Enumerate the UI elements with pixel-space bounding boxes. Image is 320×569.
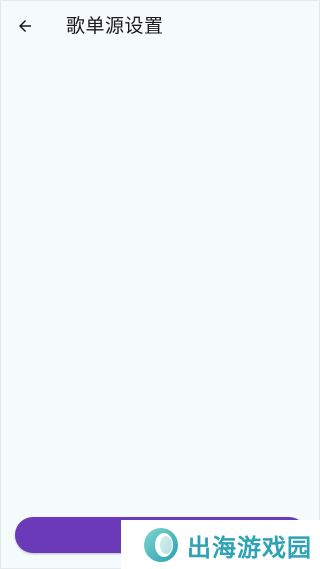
watermark-text: 出海游戏园 bbox=[187, 533, 312, 562]
back-button[interactable] bbox=[13, 14, 37, 38]
app-bar: 歌单源设置 bbox=[1, 1, 319, 51]
content-area bbox=[1, 51, 319, 511]
app-screen: 歌单源设置 出海游戏园 bbox=[0, 0, 320, 569]
page-title: 歌单源设置 bbox=[66, 15, 164, 37]
ring-logo-icon bbox=[144, 528, 178, 562]
arrow-left-icon bbox=[19, 20, 31, 32]
watermark: 出海游戏园 bbox=[121, 520, 320, 569]
